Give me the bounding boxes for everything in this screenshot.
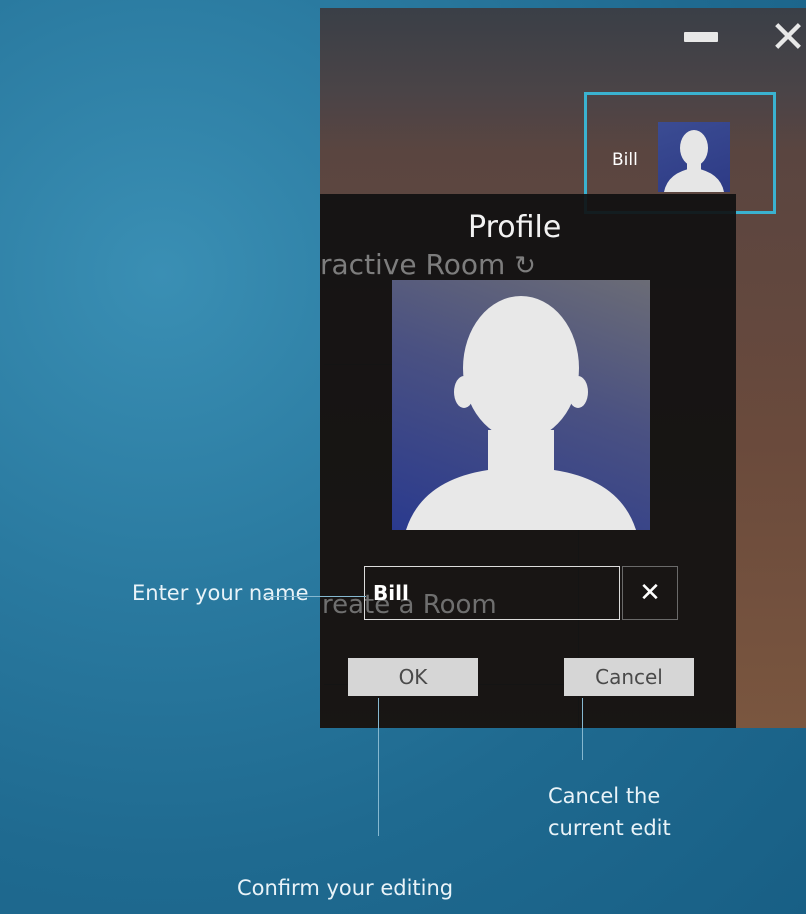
profile-avatar[interactable] [392,280,650,530]
close-icon[interactable]: ✕ [768,16,806,60]
annotation-cancel-line1: Cancel the [548,784,661,808]
background-room-title-text: ractive Room [320,248,506,281]
annotation-confirm: Confirm your editing [237,876,454,900]
person-silhouette-icon [664,130,724,192]
name-input[interactable] [364,566,620,620]
user-avatar[interactable] [658,122,730,192]
minimize-icon[interactable] [684,32,718,42]
background-room-title: ractive Room ↻ [320,248,580,281]
refresh-icon: ↻ [514,251,536,281]
annotation-leader-line [264,596,366,597]
clear-name-button[interactable]: ✕ [622,566,678,620]
dialog-title: Profile [468,210,562,245]
annotation-leader-line [582,698,583,760]
ok-button[interactable]: OK [348,658,478,696]
user-badge-name[interactable]: Bill [612,150,638,170]
person-silhouette-icon [406,296,636,530]
annotation-enter-name: Enter your name [132,581,309,605]
annotation-cancel-line2: current edit [548,816,671,840]
clear-x-icon: ✕ [639,578,661,608]
cancel-button[interactable]: Cancel [564,658,694,696]
annotation-leader-line [378,698,379,836]
